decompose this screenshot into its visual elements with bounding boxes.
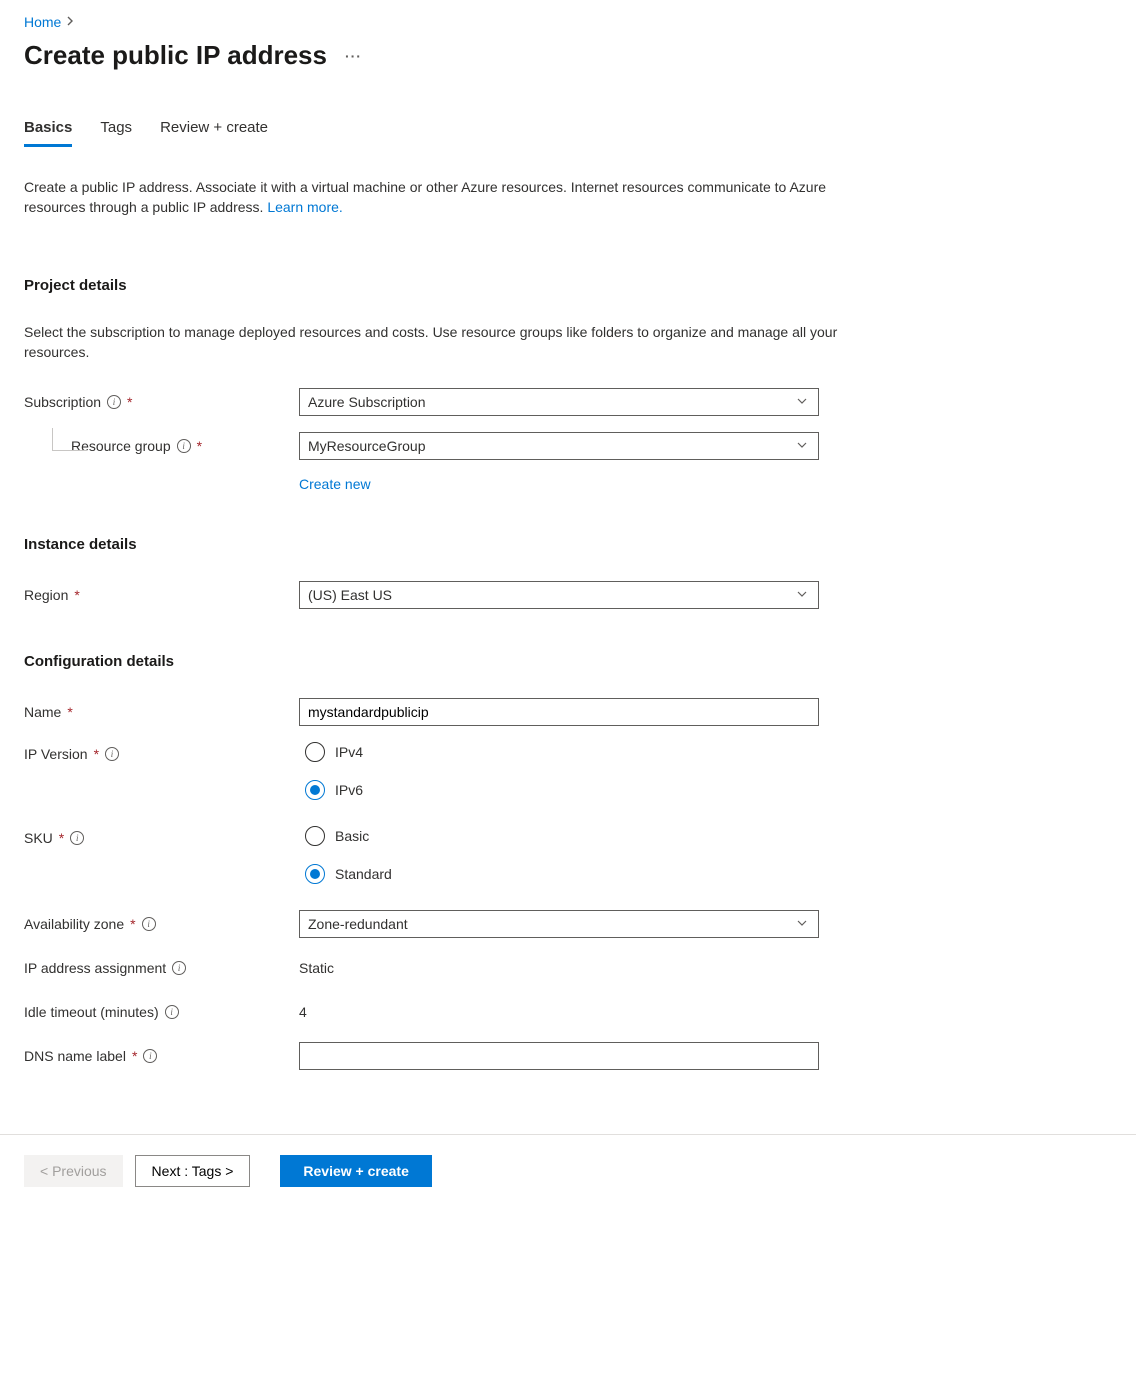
footer-bar: < Previous Next : Tags > Review + create: [0, 1134, 1136, 1207]
region-label-text: Region: [24, 587, 68, 603]
name-label-text: Name: [24, 704, 61, 720]
intro-description: Create a public IP address. Associate it…: [24, 177, 844, 217]
subscription-dropdown[interactable]: Azure Subscription: [299, 388, 819, 416]
tab-tags[interactable]: Tags: [100, 119, 132, 147]
subscription-value: Azure Subscription: [308, 394, 426, 410]
name-input-wrap: [299, 698, 819, 726]
radio-selected-icon: [305, 864, 325, 884]
more-actions-button[interactable]: ···: [345, 48, 362, 64]
availability-zone-label-text: Availability zone: [24, 916, 124, 932]
info-icon[interactable]: i: [107, 395, 121, 409]
info-icon[interactable]: i: [105, 747, 119, 761]
review-create-button[interactable]: Review + create: [280, 1155, 431, 1187]
required-asterisk: *: [132, 1048, 137, 1064]
availability-zone-value: Zone-redundant: [308, 916, 408, 932]
sku-standard-label: Standard: [335, 866, 392, 882]
chevron-down-icon: [796, 587, 808, 603]
tabs: Basics Tags Review + create: [24, 119, 1112, 147]
next-tags-button[interactable]: Next : Tags >: [135, 1155, 251, 1187]
sku-standard-radio[interactable]: Standard: [305, 864, 819, 884]
breadcrumb: Home: [24, 14, 1112, 30]
idle-timeout-value: 4: [299, 1004, 819, 1020]
info-icon[interactable]: i: [177, 439, 191, 453]
chevron-down-icon: [796, 394, 808, 410]
required-asterisk: *: [59, 830, 64, 846]
ipv6-label: IPv6: [335, 782, 363, 798]
page-title: Create public IP address: [24, 40, 327, 71]
radio-unselected-icon: [305, 826, 325, 846]
dns-name-label-text: DNS name label: [24, 1048, 126, 1064]
sku-basic-label: Basic: [335, 828, 369, 844]
ip-assignment-value: Static: [299, 960, 819, 976]
dns-name-input[interactable]: [308, 1048, 810, 1064]
intro-description-text: Create a public IP address. Associate it…: [24, 179, 826, 215]
create-new-resource-group-link[interactable]: Create new: [299, 476, 1112, 492]
subscription-label-text: Subscription: [24, 394, 101, 410]
name-label: Name *: [24, 704, 299, 720]
ip-assignment-label: IP address assignment i: [24, 960, 299, 976]
resource-group-value: MyResourceGroup: [308, 438, 426, 454]
availability-zone-label: Availability zone * i: [24, 916, 299, 932]
info-icon[interactable]: i: [172, 961, 186, 975]
region-label: Region *: [24, 587, 299, 603]
ip-version-label: IP Version * i: [24, 742, 299, 762]
chevron-right-icon: [67, 16, 75, 29]
dns-name-label: DNS name label * i: [24, 1048, 299, 1064]
required-asterisk: *: [67, 704, 72, 720]
info-icon[interactable]: i: [70, 831, 84, 845]
chevron-down-icon: [796, 916, 808, 932]
idle-timeout-label: Idle timeout (minutes) i: [24, 1004, 299, 1020]
instance-details-header: Instance details: [24, 536, 1112, 553]
required-asterisk: *: [94, 746, 99, 762]
project-details-header: Project details: [24, 277, 1112, 294]
tab-basics[interactable]: Basics: [24, 119, 72, 147]
ip-assignment-label-text: IP address assignment: [24, 960, 166, 976]
learn-more-link[interactable]: Learn more.: [267, 199, 342, 215]
breadcrumb-home-link[interactable]: Home: [24, 14, 61, 30]
availability-zone-dropdown[interactable]: Zone-redundant: [299, 910, 819, 938]
project-details-desc: Select the subscription to manage deploy…: [24, 322, 844, 362]
region-value: (US) East US: [308, 587, 392, 603]
info-icon[interactable]: i: [142, 917, 156, 931]
required-asterisk: *: [130, 916, 135, 932]
tree-connector-icon: [52, 428, 87, 451]
ip-version-ipv6-radio[interactable]: IPv6: [305, 780, 819, 800]
ipv4-label: IPv4: [335, 744, 363, 760]
info-icon[interactable]: i: [165, 1005, 179, 1019]
required-asterisk: *: [197, 438, 202, 454]
name-input[interactable]: [308, 704, 810, 720]
ip-version-ipv4-radio[interactable]: IPv4: [305, 742, 819, 762]
subscription-label: Subscription i *: [24, 394, 299, 410]
tab-review-create[interactable]: Review + create: [160, 119, 268, 147]
idle-timeout-label-text: Idle timeout (minutes): [24, 1004, 159, 1020]
radio-unselected-icon: [305, 742, 325, 762]
configuration-details-header: Configuration details: [24, 653, 1112, 670]
sku-basic-radio[interactable]: Basic: [305, 826, 819, 846]
resource-group-dropdown[interactable]: MyResourceGroup: [299, 432, 819, 460]
chevron-down-icon: [796, 438, 808, 454]
dns-name-input-wrap: [299, 1042, 819, 1070]
sku-label: SKU * i: [24, 826, 299, 846]
region-dropdown[interactable]: (US) East US: [299, 581, 819, 609]
info-icon[interactable]: i: [143, 1049, 157, 1063]
required-asterisk: *: [127, 394, 132, 410]
required-asterisk: *: [74, 587, 79, 603]
ip-version-label-text: IP Version: [24, 746, 88, 762]
previous-button: < Previous: [24, 1155, 123, 1187]
radio-selected-icon: [305, 780, 325, 800]
sku-label-text: SKU: [24, 830, 53, 846]
